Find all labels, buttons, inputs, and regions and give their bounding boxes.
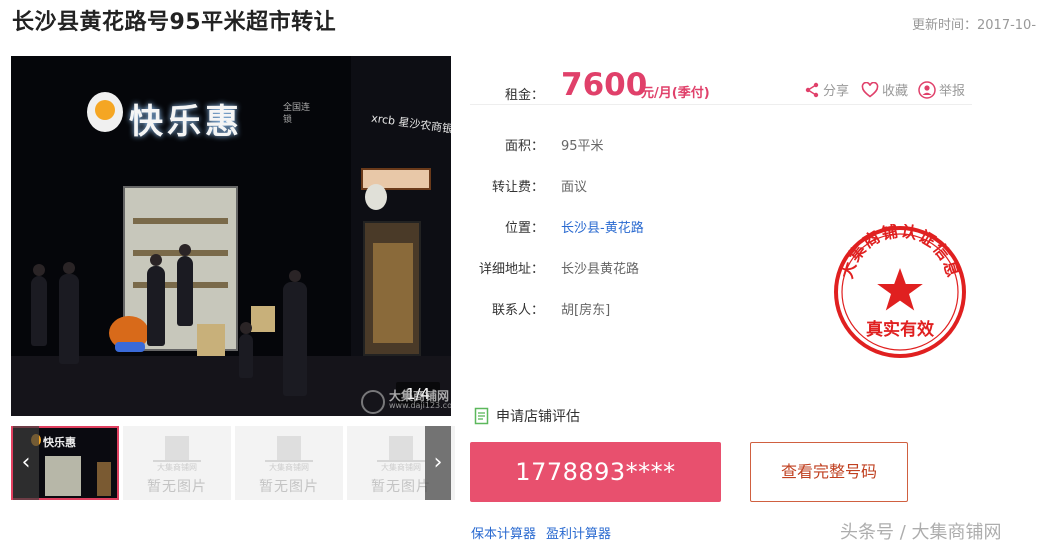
location-link[interactable]: 长沙县-黄花路 <box>561 217 644 236</box>
favorite-label: 收藏 <box>882 84 909 99</box>
person <box>147 254 165 346</box>
placeholder-building-icon <box>153 436 201 462</box>
mini-door <box>97 462 111 496</box>
view-full-number-button[interactable]: 查看完整号码 <box>750 442 908 502</box>
photo-ground <box>11 356 451 416</box>
share-icon <box>805 82 819 97</box>
main-photo[interactable]: 快乐惠 全国连锁 xrcb 星沙农商银行 1/4 大集商铺网 www.daji1… <box>11 56 451 416</box>
report-button[interactable]: 举报 <box>918 80 965 99</box>
shop-sign-logo <box>87 92 123 132</box>
user-icon <box>918 80 936 99</box>
address-value: 长沙县黄花路 <box>561 262 640 277</box>
wall-clock <box>365 184 387 210</box>
placeholder-building-icon <box>377 436 425 462</box>
area-label: 面积： <box>504 139 544 154</box>
person <box>283 270 307 396</box>
box <box>251 306 275 332</box>
heart-icon <box>861 81 879 98</box>
transfer-fee-label: 转让费： <box>491 180 544 195</box>
certification-stamp: 大集商铺认证信息 真实有效 <box>834 224 966 358</box>
page-title: 长沙县黄花路号95平米超市转让 <box>12 10 337 35</box>
report-label: 举报 <box>939 84 966 99</box>
contact-label: 联系人： <box>491 303 544 318</box>
rent-label: 租金： <box>504 88 544 103</box>
thumbnail-2[interactable]: 大集商铺网 暂无图片 <box>123 426 231 500</box>
transfer-fee-value: 面议 <box>561 180 588 195</box>
watermark-logo-icon <box>361 390 385 414</box>
mini-shopfront <box>45 456 81 496</box>
box <box>197 324 225 356</box>
placeholder-brand: 大集商铺网 <box>157 463 197 472</box>
shop-assessment-link[interactable]: 申请店铺评估 <box>474 406 580 426</box>
rent-amount: 7600 <box>561 67 648 103</box>
assessment-label: 申请店铺评估 <box>496 409 580 425</box>
person <box>239 322 253 378</box>
person <box>177 244 193 326</box>
favorite-button[interactable]: 收藏 <box>861 80 908 99</box>
stamp-bottom-text: 真实有效 <box>866 319 934 340</box>
profit-calculator-link[interactable]: 盈利计算器 <box>546 523 611 542</box>
person <box>59 262 79 364</box>
thumbnail-label: 快乐惠 <box>43 436 76 449</box>
kiddie-ride <box>109 316 149 352</box>
area-value: 95平米 <box>561 139 604 154</box>
share-button[interactable]: 分享 <box>804 80 849 99</box>
update-time: 更新时间：2017-10- <box>912 18 1037 33</box>
contact-value: 胡[房东] <box>561 303 611 318</box>
placeholder-brand: 大集商铺网 <box>269 463 309 472</box>
location-label: 位置： <box>504 221 544 236</box>
bank-door <box>363 221 421 356</box>
placeholder-text: 暂无图片 <box>147 479 207 495</box>
phone-number-button[interactable]: 1778893**** <box>470 442 721 502</box>
next-arrow-icon[interactable]: › <box>425 426 451 500</box>
rent-divider <box>470 104 972 105</box>
thumbnail-3[interactable]: 大集商铺网 暂无图片 <box>235 426 343 500</box>
placeholder-building-icon <box>265 436 313 462</box>
shop-sign-small: 全国连锁 <box>283 103 311 125</box>
door-glass <box>373 243 413 343</box>
document-icon <box>474 407 489 425</box>
thumbnail-strip: 快乐惠 大集商铺网 暂无图片 大集商铺网 暂无图片 大集商铺网 暂无图片 ‹ › <box>11 426 455 502</box>
placeholder-text: 暂无图片 <box>259 479 319 495</box>
rent-unit: 元/月(季付) <box>641 86 710 101</box>
star-icon <box>877 268 923 311</box>
person <box>31 264 47 346</box>
prev-arrow-icon[interactable]: ‹ <box>13 426 39 500</box>
photo-watermark-url: www.daji123.com <box>389 401 451 410</box>
breakeven-calculator-link[interactable]: 保本计算器 <box>471 523 536 542</box>
address-label: 详细地址： <box>478 262 544 277</box>
shop-sign-text: 快乐惠 <box>129 102 243 142</box>
shelf <box>133 218 228 224</box>
share-label: 分享 <box>823 84 850 99</box>
footer-watermark: 头条号 / 大集商铺网 <box>840 522 1002 543</box>
